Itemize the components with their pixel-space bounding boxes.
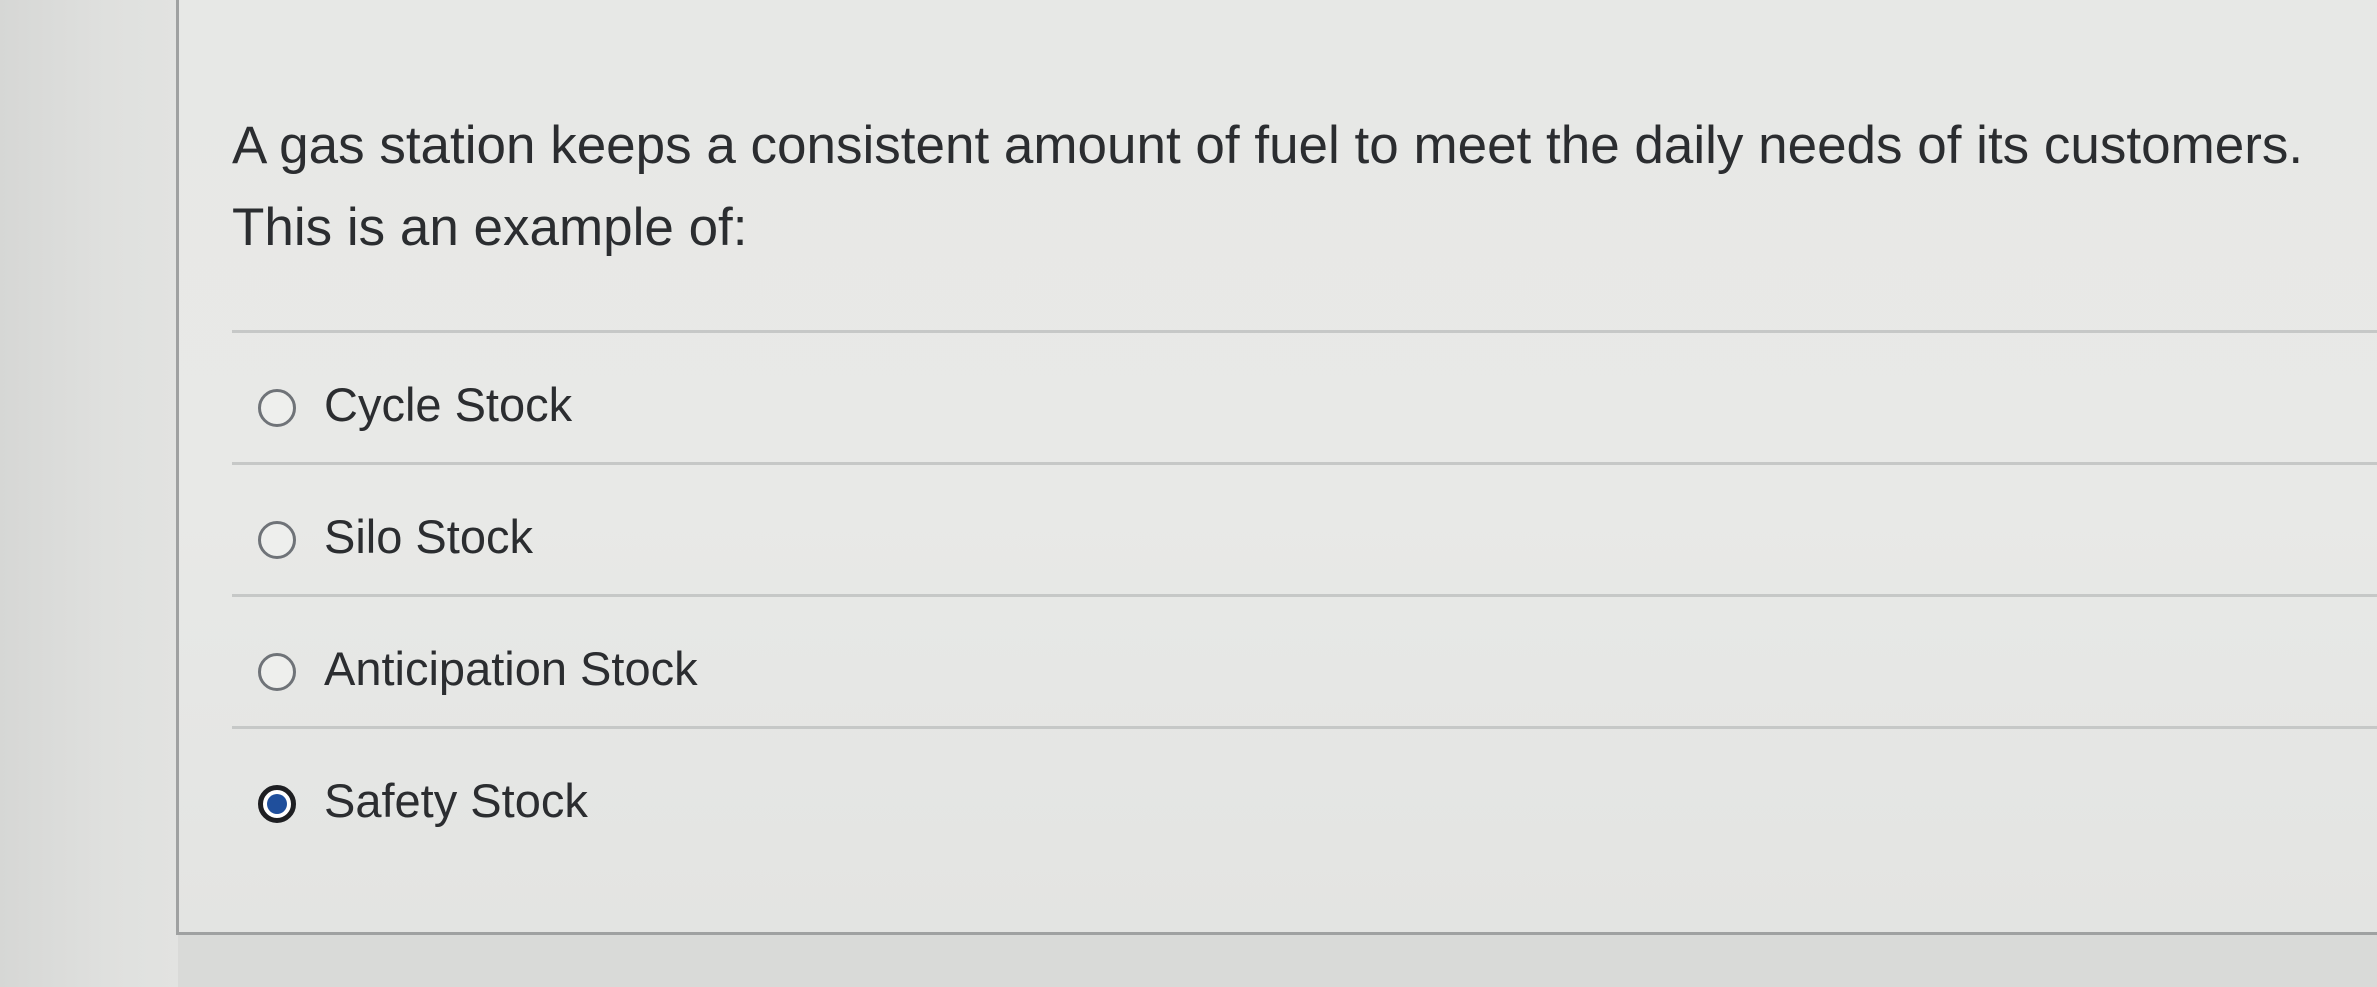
page-margin — [0, 0, 178, 987]
answer-label[interactable]: Cycle Stock — [324, 375, 572, 435]
answer-option-safety-stock[interactable]: Safety Stock — [232, 726, 2377, 858]
answer-label[interactable]: Anticipation Stock — [324, 639, 698, 699]
answer-label[interactable]: Safety Stock — [324, 771, 588, 831]
question-text: A gas station keeps a consistent amount … — [232, 116, 2304, 257]
answer-option-cycle-stock[interactable]: Cycle Stock — [232, 330, 2377, 462]
radio-button[interactable] — [258, 389, 296, 427]
answer-list: Cycle Stock Silo Stock Anticipation Stoc… — [232, 330, 2377, 858]
answer-option-anticipation-stock[interactable]: Anticipation Stock — [232, 594, 2377, 726]
answer-label[interactable]: Silo Stock — [324, 507, 533, 567]
radio-button[interactable] — [258, 653, 296, 691]
answer-option-silo-stock[interactable]: Silo Stock — [232, 462, 2377, 594]
radio-button[interactable] — [258, 521, 296, 559]
radio-button[interactable] — [258, 785, 296, 823]
